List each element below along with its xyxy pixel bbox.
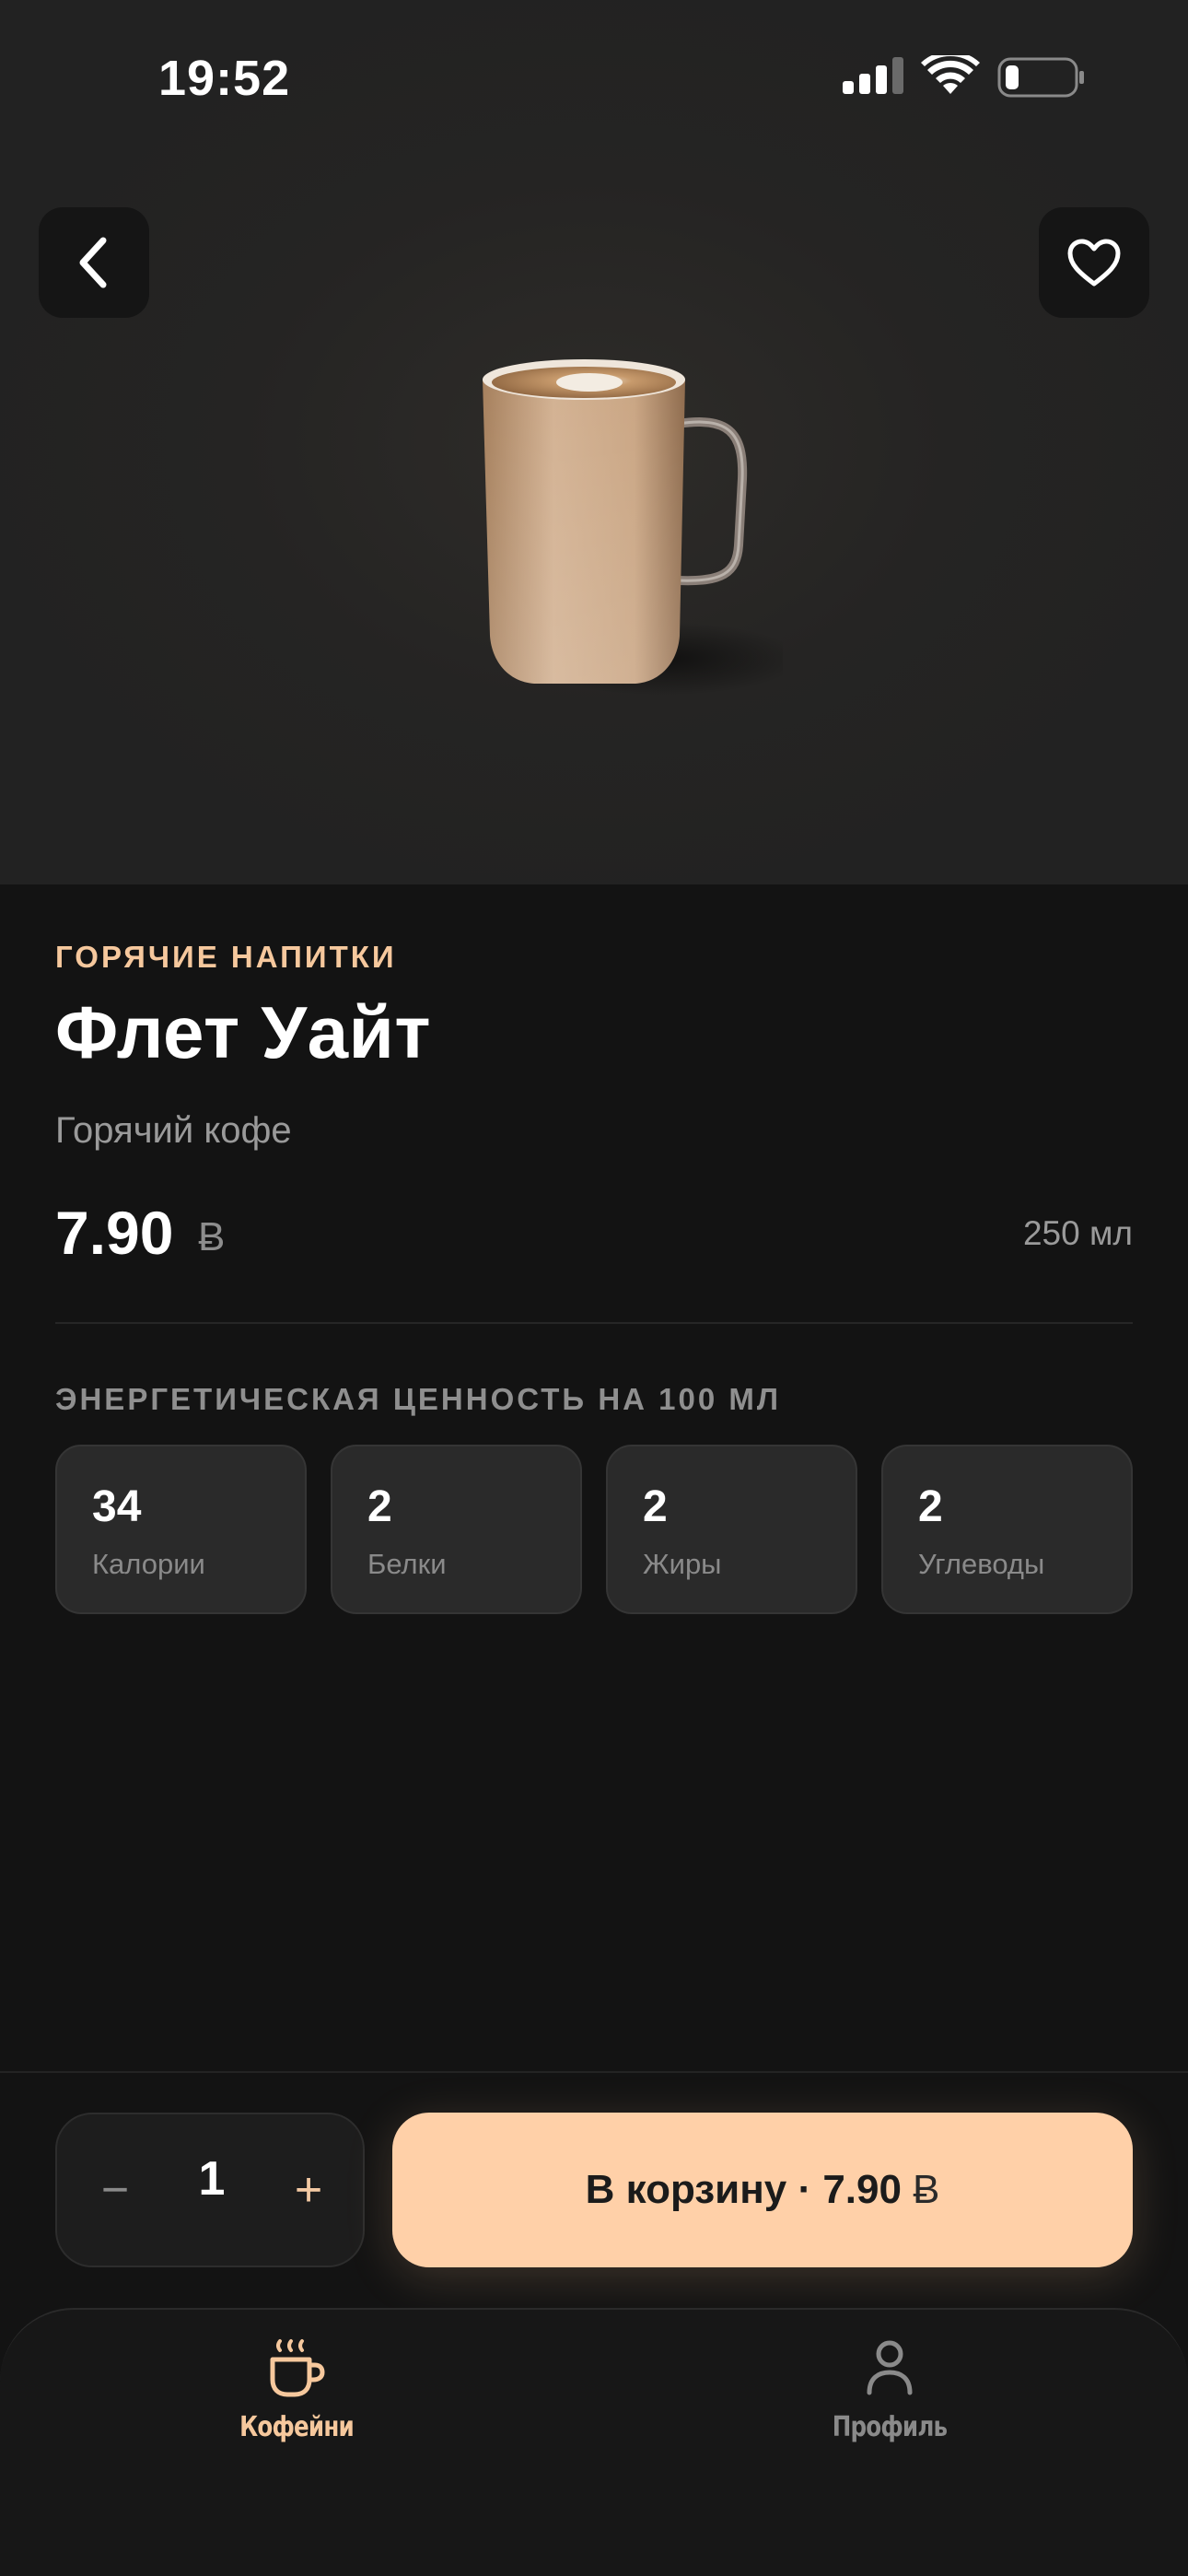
nutrition-label: Белки xyxy=(367,1548,447,1580)
tab-profile[interactable]: Профиль xyxy=(751,2337,1028,2485)
nutrition-card-carbs: 2 Углеводы xyxy=(881,1445,1133,1614)
nutrition-label: Жиры xyxy=(643,1548,722,1580)
quantity-value: 1 xyxy=(198,2152,226,2206)
user-icon xyxy=(867,2340,913,2395)
add-to-cart-currency: Ƀ xyxy=(912,2167,940,2212)
favorite-button[interactable] xyxy=(1039,207,1149,318)
nutrition-title: ЭНЕРГЕТИЧЕСКАЯ ЦЕННОСТЬ НА 100 МЛ xyxy=(55,1382,782,1416)
nutrition-value: 2 xyxy=(918,1482,943,1531)
tab-profile-label: Профиль xyxy=(832,2411,948,2443)
tab-coffee-shops-label: Кофейни xyxy=(239,2411,355,2443)
currency-symbol: Ƀ xyxy=(198,1214,226,1259)
heart-outline-icon xyxy=(1067,239,1121,287)
product-volume: 250 мл xyxy=(1022,1214,1133,1252)
battery-icon xyxy=(997,57,1084,98)
product-description: Горячий кофе xyxy=(55,1110,292,1151)
nutrition-label: Углеводы xyxy=(918,1548,1045,1580)
nutrition-label: Калории xyxy=(92,1548,205,1580)
add-to-cart-label: В корзину · 7.90 xyxy=(585,2167,902,2212)
status-bar: 19:52 xyxy=(0,0,1188,161)
product-screen: 19:52 ГОРЯЧИЕ НАПИТКИ Флет Уайт Горячий … xyxy=(0,0,1188,2576)
status-time: 19:52 xyxy=(158,51,291,106)
chevron-left-icon xyxy=(79,237,107,288)
nutrition-card-fat: 2 Жиры xyxy=(606,1445,857,1614)
quantity-stepper: − 1 + xyxy=(55,2113,365,2267)
decrease-quantity-button[interactable]: − xyxy=(74,2146,157,2234)
divider xyxy=(55,1322,1133,1324)
tab-bar: Кофейни Профиль xyxy=(0,2308,1188,2576)
nutrition-grid: 34 Калории 2 Белки 2 Жиры 2 Углеводы xyxy=(55,1445,1133,1614)
nutrition-value: 2 xyxy=(643,1482,668,1531)
nutrition-value: 2 xyxy=(367,1482,392,1531)
increase-quantity-button[interactable]: + xyxy=(267,2146,350,2234)
price-row: 7.90 Ƀ 250 мл xyxy=(55,1198,1133,1271)
nutrition-card-protein: 2 Белки xyxy=(331,1445,582,1614)
product-hero: 19:52 xyxy=(0,0,1188,884)
tab-coffee-shops[interactable]: Кофейни xyxy=(158,2337,435,2485)
nutrition-card-calories: 34 Калории xyxy=(55,1445,307,1614)
product-price: 7.90 xyxy=(55,1199,174,1267)
nutrition-value: 34 xyxy=(92,1482,142,1531)
wifi-icon xyxy=(921,55,980,94)
product-category: ГОРЯЧИЕ НАПИТКИ xyxy=(55,940,397,974)
coffee-cup-icon xyxy=(270,2339,325,2397)
action-bar-divider xyxy=(0,2071,1188,2073)
flat-white-cup-image xyxy=(483,359,783,696)
add-to-cart-button[interactable]: В корзину · 7.90 Ƀ xyxy=(392,2113,1133,2267)
cellular-signal-icon xyxy=(843,57,903,94)
product-title: Флет Уайт xyxy=(55,991,432,1073)
back-button[interactable] xyxy=(39,207,149,318)
